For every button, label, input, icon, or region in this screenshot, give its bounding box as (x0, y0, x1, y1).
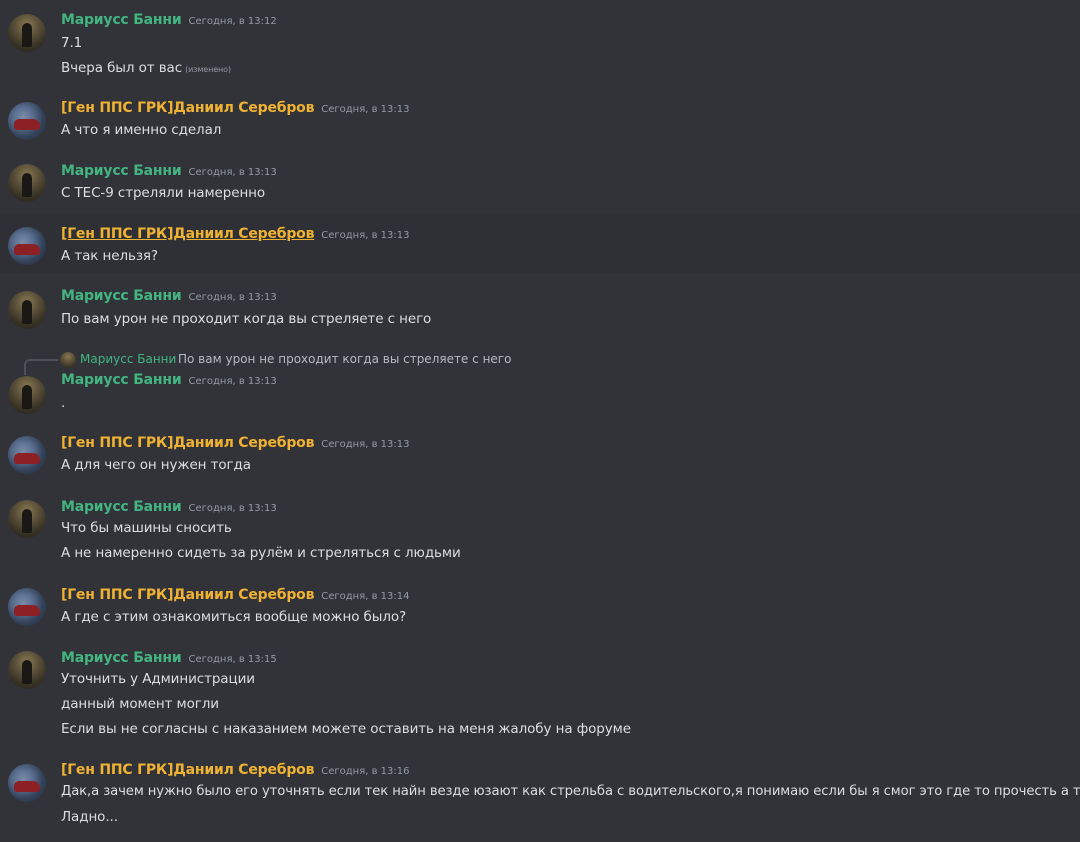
message-text-line: Вчера был от вас (изменено) (61, 60, 231, 76)
avatar-marius-icon[interactable] (8, 14, 46, 52)
message-text: Ладно... (61, 809, 118, 825)
timestamp: Сегодня, в 13:12 (188, 16, 277, 27)
timestamp: Сегодня, в 13:13 (188, 376, 277, 387)
message-header: [Ген ППС ГРК]Даниил Серебров Сегодня, в … (61, 100, 410, 120)
message-header: [Ген ППС ГРК]Даниил Серебров Сегодня, в … (61, 226, 410, 246)
message-item: [Ген ППС ГРК]Даниил Серебров Сегодня, в … (0, 574, 1080, 636)
message-item: Мариусс Банни Сегодня, в 13:13 С TEC-9 с… (0, 150, 1080, 212)
timestamp: Сегодня, в 13:16 (321, 766, 410, 777)
message-item: Мариусс Банни Сегодня, в 13:12 7.1 Вчера… (0, 0, 1080, 88)
message-text: А так нельзя? (61, 248, 158, 264)
message-header: Мариусс Банни Сегодня, в 13:13 (61, 499, 277, 519)
timestamp: Сегодня, в 13:13 (321, 439, 410, 450)
message-header: Мариусс Банни Сегодня, в 13:15 (61, 650, 277, 670)
reply-text[interactable]: По вам урон не проходит когда вы стреляе… (178, 352, 511, 366)
timestamp: Сегодня, в 13:13 (321, 230, 410, 241)
username[interactable]: Мариусс Банни (61, 650, 182, 666)
avatar-marius-icon[interactable] (8, 651, 46, 689)
message-text: Вчера был от вас (61, 60, 183, 76)
avatar-daniil-icon[interactable] (8, 764, 46, 802)
message-text: данный момент могли (61, 696, 219, 712)
message-item: [Ген ППС ГРК]Даниил Серебров Сегодня, в … (0, 213, 1080, 273)
avatar-marius-icon[interactable] (8, 164, 46, 202)
message-header: Мариусс Банни Сегодня, в 13:13 (61, 288, 277, 308)
avatar-daniil-icon[interactable] (8, 588, 46, 626)
message-text: А что я именно сделал (61, 122, 222, 138)
username[interactable]: [Ген ППС ГРК]Даниил Серебров (61, 762, 314, 778)
username[interactable]: Мариусс Банни (61, 288, 182, 304)
message-header: [Ген ППС ГРК]Даниил Серебров Сегодня, в … (61, 435, 410, 455)
message-text: А не намеренно сидеть за рулём и стрелят… (61, 545, 461, 561)
avatar-daniil-icon[interactable] (8, 227, 46, 265)
message-item: Мариусс Банни Сегодня, в 13:15 Уточнить … (0, 637, 1080, 749)
message-text: А для чего он нужен тогда (61, 457, 251, 473)
message-text: С TEC-9 стреляли намеренно (61, 185, 266, 201)
timestamp: Сегодня, в 13:13 (188, 292, 277, 303)
avatar-daniil-icon[interactable] (8, 436, 46, 474)
avatar-marius-icon[interactable] (8, 500, 46, 538)
username[interactable]: Мариусс Банни (61, 499, 182, 515)
message-item: Мариусс Банни Сегодня, в 13:13 Что бы ма… (0, 486, 1080, 574)
username[interactable]: Мариусс Банни (61, 12, 182, 28)
message-item: [Ген ППС ГРК]Даниил Серебров Сегодня, в … (0, 750, 1080, 842)
username[interactable]: [Ген ППС ГРК]Даниил Серебров (61, 100, 314, 116)
message-text: По вам урон не проходит когда вы стреляе… (61, 311, 432, 327)
reply-username[interactable]: Мариусс Банни (80, 352, 176, 366)
message-text: А где с этим ознакомиться вообще можно б… (61, 609, 407, 625)
timestamp: Сегодня, в 13:13 (321, 104, 410, 115)
message-text: Что бы машины сносить (61, 520, 232, 536)
username[interactable]: Мариусс Банни (61, 372, 182, 388)
message-item: [Ген ППС ГРК]Даниил Серебров Сегодня, в … (0, 422, 1080, 484)
message-text: 7.1 (61, 35, 83, 51)
message-item: Мариусс Банни Сегодня, в 13:13 . (0, 368, 1080, 420)
timestamp: Сегодня, в 13:15 (188, 654, 277, 665)
message-header: [Ген ППС ГРК]Даниил Серебров Сегодня, в … (61, 762, 410, 782)
avatar-marius-icon[interactable] (8, 376, 46, 414)
username[interactable]: Мариусс Банни (61, 163, 182, 179)
message-text: Дак,а зачем нужно было его уточнять если… (61, 784, 1080, 799)
message-header: [Ген ППС ГРК]Даниил Серебров Сегодня, в … (61, 587, 410, 607)
message-item: [Ген ППС ГРК]Даниил Серебров Сегодня, в … (0, 88, 1080, 148)
message-text: . (61, 395, 66, 411)
chat-messages: Мариусс Банни Сегодня, в 13:12 7.1 Вчера… (0, 0, 1080, 842)
timestamp: Сегодня, в 13:13 (188, 167, 277, 178)
edited-marker: (изменено) (185, 65, 231, 74)
avatar-daniil-icon[interactable] (8, 102, 46, 140)
message-header: Мариусс Банни Сегодня, в 13:13 (61, 163, 277, 183)
message-text: Если вы не согласны с наказанием можете … (61, 721, 631, 737)
username[interactable]: [Ген ППС ГРК]Даниил Серебров (61, 587, 314, 603)
message-text: Уточнить у Администрации (61, 671, 255, 687)
timestamp: Сегодня, в 13:13 (188, 503, 277, 514)
avatar-marius-icon[interactable] (8, 291, 46, 329)
message-header: Мариусс Банни Сегодня, в 13:12 (61, 12, 277, 32)
username[interactable]: [Ген ППС ГРК]Даниил Серебров (61, 226, 314, 242)
reply-avatar-icon (60, 352, 76, 368)
timestamp: Сегодня, в 13:14 (321, 591, 410, 602)
message-item: Мариусс Банни Сегодня, в 13:13 По вам ур… (0, 275, 1080, 343)
username[interactable]: [Ген ППС ГРК]Даниил Серебров (61, 435, 314, 451)
message-header: Мариусс Банни Сегодня, в 13:13 (61, 372, 277, 392)
